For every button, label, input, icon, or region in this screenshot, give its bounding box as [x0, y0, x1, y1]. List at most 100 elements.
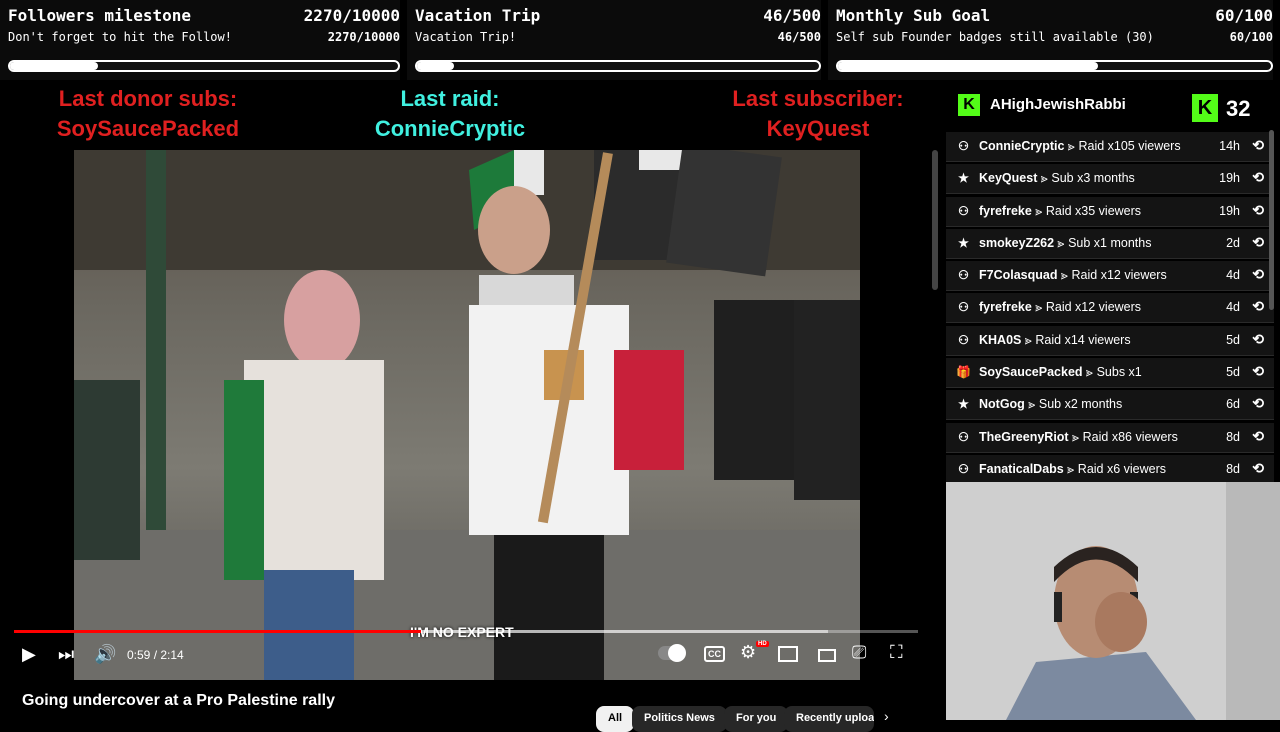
replay-icon[interactable]: ⟲: [1252, 395, 1264, 412]
feed-event-action: Raid x86 viewers: [1082, 429, 1178, 444]
star-icon: ★: [958, 235, 969, 250]
raid-icon: ⚇: [958, 332, 969, 347]
replay-icon[interactable]: ⟲: [1252, 331, 1264, 348]
feed-event-user: smokeyZ262: [979, 235, 1055, 250]
feed-header: K AHighJewishRabbi K 32: [946, 86, 1274, 132]
last-subscriber-banner: Last subscriber: KeyQuest: [700, 84, 936, 144]
feed-event-row: ⚇ ConnieCryptic ⪢ Raid x105 viewers 14h ⟲: [946, 132, 1274, 162]
feed-event-user: KeyQuest: [979, 171, 1038, 186]
last-donor-label: Last donor subs:: [58, 86, 238, 111]
raid-icon: ⚇: [958, 268, 969, 283]
replay-icon[interactable]: ⟲: [1252, 234, 1264, 251]
feed-event-row: ⚇ KHA0S ⪢ Raid x14 viewers 5d ⟲: [946, 325, 1274, 356]
cast-icon[interactable]: ⎚: [852, 642, 866, 663]
theater-icon[interactable]: [818, 649, 836, 662]
feed-event-user: ConnieCryptic: [979, 139, 1065, 153]
goal-title: Vacation Trip: [415, 6, 541, 25]
goal-title: Followers milestone: [8, 6, 192, 25]
feed-event-time: 5d: [1226, 365, 1240, 380]
feed-event-user: fyrefreke: [979, 300, 1032, 315]
goal-subtitle: Don't forget to hit the Follow!: [8, 30, 232, 44]
feed-event-text: KeyQuest ⪢ Sub x3 months: [979, 171, 1135, 186]
goal-subcount: 60/100: [1229, 30, 1273, 44]
feed-event-time: 8d: [1226, 461, 1240, 476]
feed-event-time: 2d: [1226, 235, 1240, 250]
goal-title: Monthly Sub Goal: [836, 6, 991, 25]
replay-icon[interactable]: ⟲: [1252, 460, 1264, 477]
feed-event-user: FanaticalDabs: [979, 461, 1064, 476]
feed-event-text: F7Colasquad ⪢ Raid x12 viewers: [979, 268, 1167, 283]
replay-icon[interactable]: ⟲: [1252, 169, 1264, 186]
feed-event-user: NotGog: [979, 397, 1025, 412]
feed-event-text: ConnieCryptic ⪢ Raid x105 viewers: [979, 139, 1181, 153]
autoplay-toggle[interactable]: [658, 644, 686, 662]
chip-politics-news[interactable]: Politics News: [632, 706, 727, 732]
replay-icon[interactable]: ⟲: [1252, 428, 1264, 445]
feed-event-row: ★ KeyQuest ⪢ Sub x3 months 19h ⟲: [946, 164, 1274, 195]
chip-all[interactable]: All: [596, 706, 635, 732]
feed-event-action: Sub x1 months: [1068, 235, 1152, 250]
chip-for-you[interactable]: For you: [724, 706, 789, 732]
webcam-overlay: [946, 482, 1280, 720]
feed-event-action: Sub x3 months: [1051, 171, 1135, 186]
next-icon[interactable]: ⏭: [58, 644, 74, 665]
feed-event-time: 8d: [1226, 429, 1240, 444]
viewer-count: 32: [1226, 96, 1251, 121]
goal-progress-bar: [415, 60, 821, 72]
settings-icon[interactable]: ⚙: [740, 642, 756, 663]
raid-icon: ⚇: [958, 429, 969, 444]
feed-event-row: ⚇ FanaticalDabs ⪢ Raid x6 viewers 8d ⟲: [946, 454, 1274, 485]
replay-icon[interactable]: ⟲: [1252, 363, 1264, 380]
replay-icon[interactable]: ⟲: [1252, 298, 1264, 315]
feed-event-text: fyrefreke ⪢ Raid x35 viewers: [979, 203, 1142, 218]
replay-icon[interactable]: ⟲: [1252, 137, 1264, 154]
goal-progress-bar: [8, 60, 400, 72]
miniplayer-icon[interactable]: [778, 646, 798, 662]
feed-event-row: ★ NotGog ⪢ Sub x2 months 6d ⟲: [946, 390, 1274, 421]
feed-event-action: Subs x1: [1096, 365, 1142, 380]
feed-event-action: Raid x35 viewers: [1045, 203, 1142, 218]
feed-event-time: 19h: [1219, 171, 1240, 186]
volume-icon[interactable]: 🔊: [94, 644, 116, 665]
feed-event-time: 4d: [1226, 268, 1240, 283]
feed-event-text: KHA0S ⪢ Raid x14 viewers: [979, 332, 1131, 347]
gift-icon: 🎁: [956, 365, 971, 380]
star-icon: ★: [958, 397, 969, 412]
feed-scrollbar[interactable]: [1269, 130, 1274, 310]
progress-track[interactable]: [14, 630, 918, 633]
hd-badge: HD: [756, 641, 769, 647]
feed-event-action: Raid x6 viewers: [1077, 461, 1167, 476]
goal-vacation: Vacation Trip 46/500 Vacation Trip! 46/5…: [407, 0, 821, 80]
raid-icon: ⚇: [958, 461, 969, 476]
feed-event-row: ★ smokeyZ262 ⪢ Sub x1 months 2d ⟲: [946, 228, 1274, 259]
replay-icon[interactable]: ⟲: [1252, 202, 1264, 219]
chip-recently-uploaded[interactable]: Recently uploaded: [784, 706, 874, 732]
page-scrollbar[interactable]: [932, 150, 938, 290]
last-raid-banner: Last raid: ConnieCryptic: [330, 84, 570, 144]
video-title[interactable]: Going undercover at a Pro Palestine rall…: [22, 692, 335, 710]
feed-event-row: 🎁 SoySaucePacked ⪢ Subs x1 5d ⟲: [946, 358, 1274, 389]
kick-logo-icon: K: [958, 94, 980, 116]
feed-event-action: Raid x105 viewers: [1078, 139, 1181, 153]
last-raid-value: ConnieCryptic: [374, 116, 526, 141]
feed-event-user: F7Colasquad: [979, 268, 1058, 283]
video-player[interactable]: I'M NO EXPERT ▶ ⏭ 🔊 0:59 / 2:14 CC ⚙ HD …: [4, 150, 930, 680]
video-frame[interactable]: [74, 150, 860, 680]
video-scene: [74, 150, 860, 680]
play-icon[interactable]: ▶: [22, 644, 36, 665]
replay-icon[interactable]: ⟲: [1252, 266, 1264, 283]
goal-subcount: 2270/10000: [327, 30, 400, 44]
captions-icon[interactable]: CC: [704, 646, 725, 662]
raid-icon: ⚇: [958, 300, 969, 315]
feed-event-text: FanaticalDabs ⪢ Raid x6 viewers: [979, 461, 1167, 476]
feed-event-text: TheGreenyRiot ⪢ Raid x86 viewers: [979, 429, 1178, 444]
chips-next-icon[interactable]: ›: [884, 708, 889, 724]
goal-followers: Followers milestone 2270/10000 Don't for…: [0, 0, 400, 80]
fullscreen-icon[interactable]: ⛶: [890, 642, 903, 663]
feed-event-row: ⚇ fyrefreke ⪢ Raid x12 viewers 4d ⟲: [946, 293, 1274, 324]
feed-event-action: Raid x14 viewers: [1035, 332, 1131, 347]
feed-event-user: fyrefreke: [979, 203, 1032, 218]
webcam-scene: [946, 482, 1280, 720]
feed-event-time: 5d: [1226, 332, 1240, 347]
goal-subcount: 46/500: [777, 30, 821, 44]
